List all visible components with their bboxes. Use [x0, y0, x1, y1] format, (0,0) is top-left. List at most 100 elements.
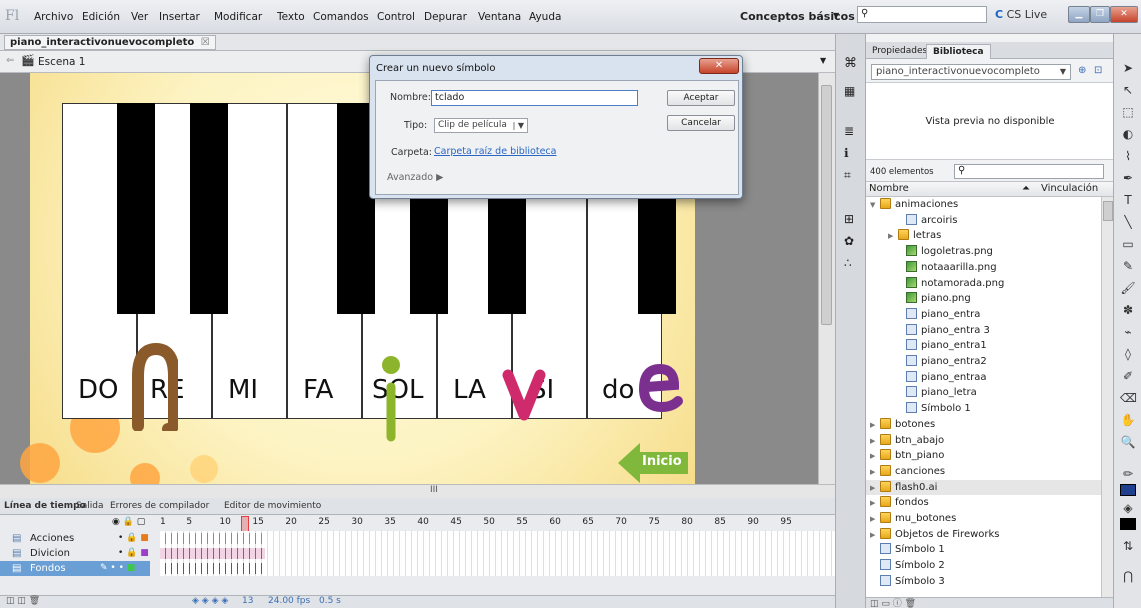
transform-panel-icon[interactable]: ⌗	[844, 168, 851, 183]
eyedropper-tool-icon[interactable]: ✐	[1120, 368, 1136, 384]
frame-grid[interactable]	[160, 531, 835, 576]
inicio-button[interactable]: Inicio	[618, 443, 688, 483]
library-item[interactable]: Símbolo 2	[866, 558, 1101, 574]
library-item[interactable]: piano_entra 3	[866, 323, 1101, 339]
brush-tool-icon[interactable]: 🖌	[1120, 280, 1136, 296]
new-layer-icon[interactable]: ◫ ◫ 🗑	[6, 596, 40, 606]
menu-ayuda[interactable]: Ayuda	[529, 11, 561, 23]
stroke-color-swatch[interactable]	[1120, 484, 1136, 496]
library-item[interactable]: notamorada.png	[866, 276, 1101, 292]
3d-rotation-tool-icon[interactable]: ◐	[1120, 126, 1136, 142]
pin-icon[interactable]: ⊕	[1078, 65, 1086, 76]
menu-texto[interactable]: Texto	[277, 11, 305, 23]
rectangle-tool-icon[interactable]: ▭	[1120, 236, 1136, 252]
align-panel-icon[interactable]: ≣	[844, 124, 854, 138]
expand-closed-icon[interactable]: ▶	[870, 528, 880, 544]
layer-fondos[interactable]: ▤ Fondos ✎ • • ■	[0, 561, 150, 576]
library-item[interactable]: ▶ fondos	[866, 495, 1101, 511]
expand-closed-icon[interactable]: ▶	[870, 449, 880, 465]
tab-properties[interactable]: Propiedades	[866, 44, 933, 59]
expand-closed-icon[interactable]: ▶	[888, 229, 898, 245]
tab-compiler-errors[interactable]: Errores de compilador	[110, 501, 209, 511]
expand-closed-icon[interactable]: ▶	[870, 512, 880, 528]
text-tool-icon[interactable]: T	[1120, 192, 1136, 208]
library-item[interactable]: ▶ btn_piano	[866, 448, 1101, 464]
sort-icon[interactable]: ⏶	[1022, 182, 1030, 196]
pen-tool-icon[interactable]: ✒	[1120, 170, 1136, 186]
deco-tool-icon[interactable]: ✽	[1120, 302, 1136, 318]
scene-label[interactable]: Escena 1	[38, 56, 85, 68]
info-panel-icon[interactable]: ℹ	[844, 146, 849, 160]
library-item[interactable]: piano_entra	[866, 307, 1101, 323]
library-item[interactable]: ▶ letras	[866, 228, 1101, 244]
visibility-lock-outline-icons[interactable]: ◉ 🔒 ▢	[112, 517, 145, 527]
column-name[interactable]: Nombre	[869, 182, 909, 196]
library-search-input[interactable]: ⚲	[954, 164, 1104, 179]
onion-skin-icons[interactable]: ◈ ◈ ◈ ◈	[192, 596, 228, 606]
library-item[interactable]: ▶ btn_abajo	[866, 433, 1101, 449]
expand-closed-icon[interactable]: ▶	[870, 496, 880, 512]
code-snippets-icon[interactable]: ∴	[844, 256, 852, 270]
column-linkage[interactable]: Vinculación	[1041, 182, 1098, 196]
library-item[interactable]: ▶ Objetos de Fireworks	[866, 527, 1101, 543]
library-item[interactable]: Símbolo 1	[866, 542, 1101, 558]
zoom-dropdown-icon[interactable]: ▼	[820, 56, 826, 65]
expand-open-icon[interactable]: ▼	[870, 198, 880, 214]
tab-output[interactable]: Salida	[76, 501, 103, 511]
document-tab[interactable]: piano_interactivonuevocompleto ☒	[4, 35, 216, 50]
stage-vertical-scrollbar[interactable]	[818, 73, 835, 488]
fill-color-icon[interactable]: ◈	[1120, 500, 1136, 516]
menu-control[interactable]: Control	[377, 11, 415, 23]
hand-tool-icon[interactable]: ✋	[1120, 412, 1136, 428]
library-item[interactable]: ▶ canciones	[866, 464, 1101, 480]
expand-closed-icon[interactable]: ▶	[870, 481, 880, 497]
close-window-button[interactable]: ✕	[1110, 6, 1138, 23]
library-item[interactable]: Símbolo 1	[866, 401, 1101, 417]
menu-comandos[interactable]: Comandos	[313, 11, 369, 23]
menu-archivo[interactable]: Archivo	[34, 11, 73, 23]
tab-timeline[interactable]: Línea de tiempo	[4, 501, 86, 511]
paint-bucket-tool-icon[interactable]: ◊	[1120, 346, 1136, 362]
free-transform-tool-icon[interactable]: ⬚	[1120, 104, 1136, 120]
bone-tool-icon[interactable]: ⌁	[1120, 324, 1136, 340]
motion-presets-icon[interactable]: ✿	[844, 234, 854, 248]
help-search-input[interactable]: ⚲	[857, 6, 987, 23]
menu-ventana[interactable]: Ventana	[478, 11, 521, 23]
cs-live-button[interactable]: C CS Live	[995, 8, 1047, 21]
swap-colors-icon[interactable]: ⇅	[1120, 538, 1136, 554]
library-item[interactable]: ▶ botones	[866, 417, 1101, 433]
layer-acciones[interactable]: ▤ Acciones • 🔒 ■	[0, 531, 150, 546]
folder-link[interactable]: Carpeta raíz de biblioteca	[434, 146, 556, 157]
scroll-thumb[interactable]	[821, 85, 832, 325]
expand-closed-icon[interactable]: ▶	[870, 465, 880, 481]
pencil-tool-icon[interactable]: ✎	[1120, 258, 1136, 274]
maximize-button[interactable]: ❐	[1090, 6, 1110, 23]
library-footer-icons[interactable]: ◫ ▭ ⓘ 🗑	[870, 596, 916, 608]
minimize-button[interactable]: ▁	[1068, 6, 1090, 23]
dialog-close-button[interactable]: ✕	[699, 58, 739, 74]
library-item[interactable]: notaaarilla.png	[866, 260, 1101, 276]
library-item[interactable]: piano_entra2	[866, 354, 1101, 370]
expand-closed-icon[interactable]: ▶	[870, 418, 880, 434]
symbol-name-input[interactable]: tclado	[431, 90, 638, 106]
tab-library[interactable]: Biblioteca	[926, 44, 991, 59]
accept-button[interactable]: Aceptar	[667, 90, 735, 106]
expand-closed-icon[interactable]: ▶	[870, 434, 880, 450]
subselection-tool-icon[interactable]: ↖	[1120, 82, 1136, 98]
fill-color-swatch[interactable]	[1120, 518, 1136, 530]
library-item[interactable]: ▶ mu_botones	[866, 511, 1101, 527]
stage-horizontal-scrollbar[interactable]: III	[0, 484, 835, 498]
layer-divicion[interactable]: ▤ Divicion • 🔒 ■	[0, 546, 150, 561]
library-item[interactable]: arcoiris	[866, 213, 1101, 229]
library-item[interactable]: ▶ flash0.ai	[866, 479, 1101, 497]
tab-motion-editor[interactable]: Editor de movimiento	[224, 501, 321, 511]
scroll-thumb[interactable]	[1103, 201, 1113, 221]
snap-magnet-icon[interactable]: ⋂	[1120, 568, 1136, 584]
frame-rate[interactable]: 24.00 fps	[268, 596, 310, 606]
library-item[interactable]: piano_entraa	[866, 370, 1101, 386]
menu-depurar[interactable]: Depurar	[424, 11, 467, 23]
back-arrow-icon[interactable]: ⇐	[6, 55, 14, 66]
selection-tool-icon[interactable]: ➤	[1120, 60, 1136, 76]
library-item[interactable]: piano_letra	[866, 385, 1101, 401]
advanced-toggle[interactable]: Avanzado ▶	[387, 172, 443, 183]
